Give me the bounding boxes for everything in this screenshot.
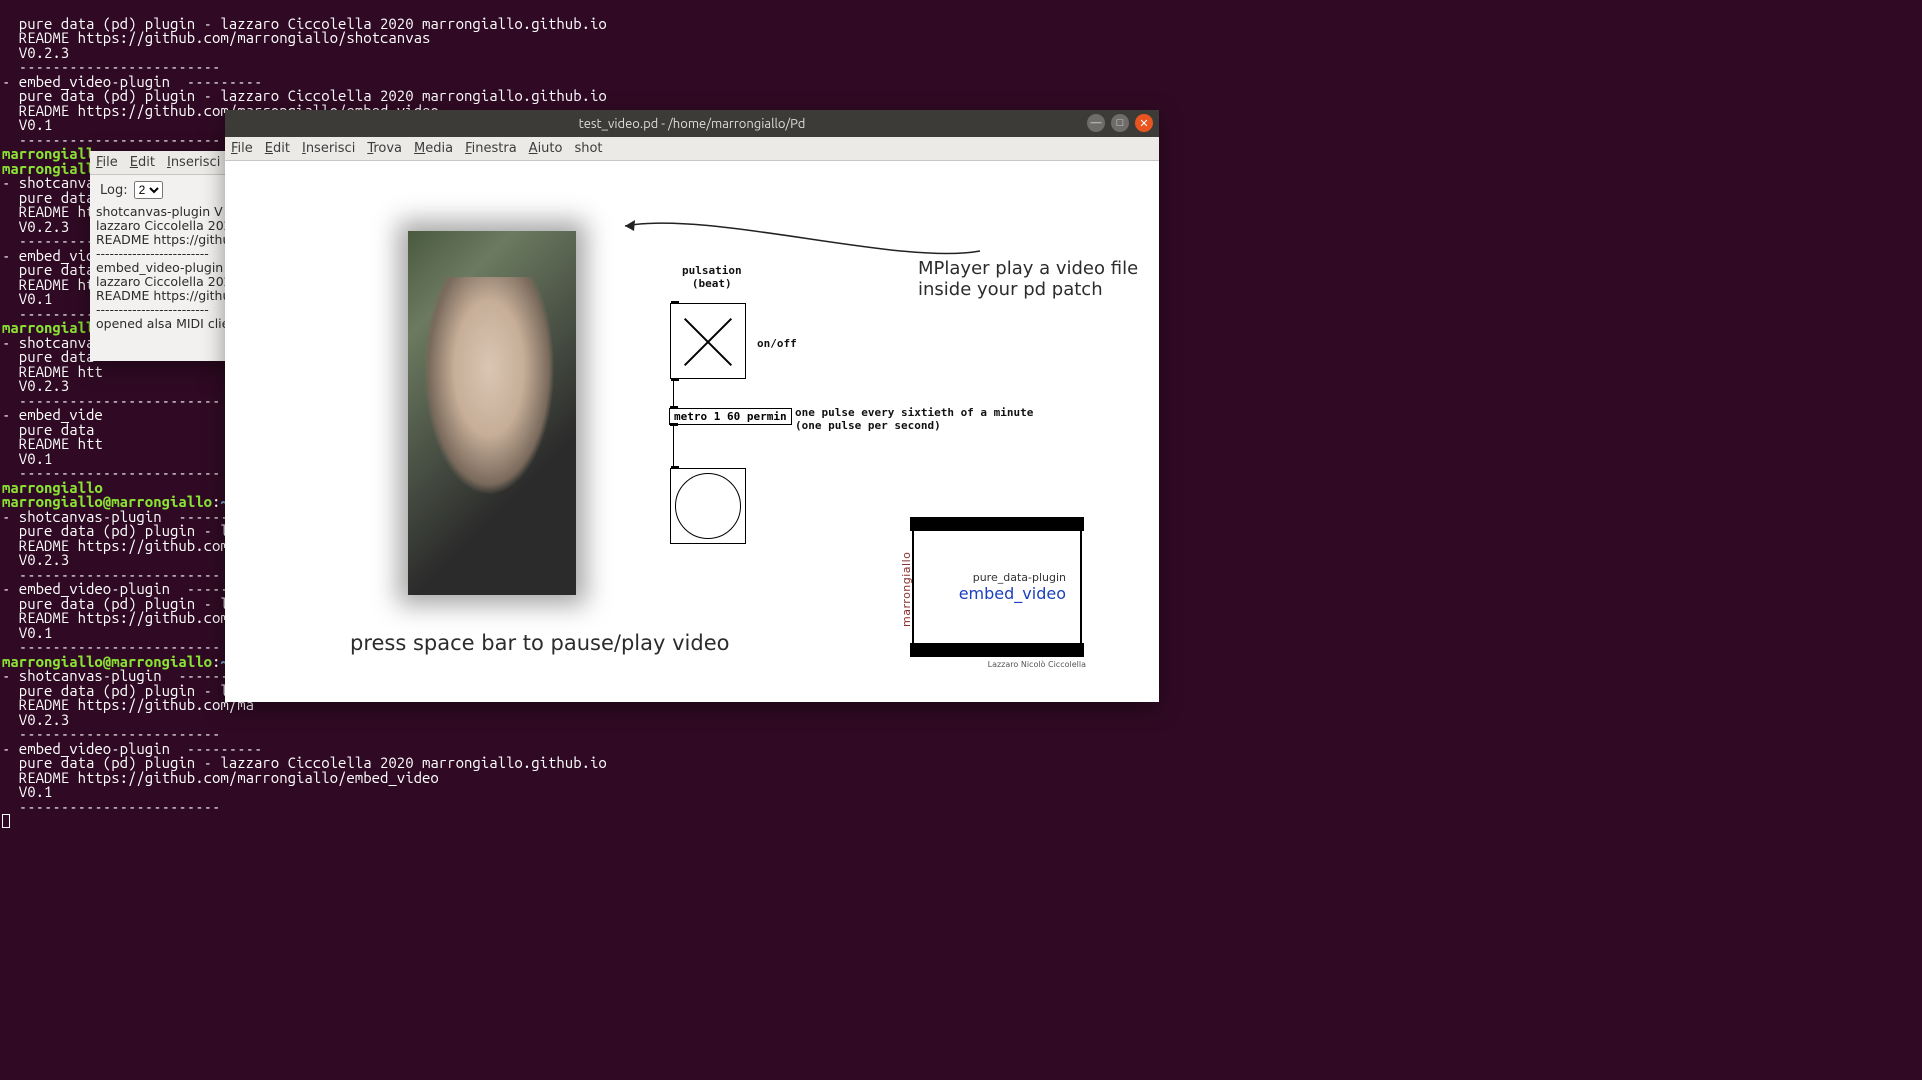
menu-edit[interactable]: Edit <box>265 141 290 156</box>
embed-video-logo: pure_data-plugin embed_video marrongiall… <box>902 517 1092 667</box>
onoff-label: on/off <box>757 337 797 350</box>
pd-canvas[interactable]: press space bar to pause/play video puls… <box>225 161 1159 702</box>
menu-file[interactable]: File <box>231 141 253 156</box>
embedded-video[interactable] <box>408 231 576 595</box>
menu-file[interactable]: File <box>96 155 118 170</box>
pd-patch-menubar: File Edit Inserisci Trova Media Finestra… <box>225 137 1159 161</box>
window-title: test_video.pd - /home/marrongiallo/Pd <box>579 117 806 131</box>
metro-object[interactable]: metro 1 60 permin <box>669 408 792 425</box>
log-label: Log: <box>100 183 128 198</box>
menu-insert[interactable]: Inserisci <box>302 141 355 156</box>
spacebar-hint: press space bar to pause/play video <box>350 631 729 655</box>
minimize-button[interactable]: — <box>1087 114 1105 132</box>
menu-insert[interactable]: Inserisci <box>167 155 220 170</box>
menu-edit[interactable]: Edit <box>130 155 155 170</box>
pulsation-label: pulsation (beat) <box>682 264 742 290</box>
pd-toggle[interactable] <box>670 303 746 379</box>
pd-bang[interactable] <box>670 468 746 544</box>
menu-media[interactable]: Media <box>414 141 453 156</box>
menu-help[interactable]: Aiuto <box>529 141 563 156</box>
menu-shot[interactable]: shot <box>574 141 602 156</box>
menu-window[interactable]: Finestra <box>465 141 517 156</box>
close-button[interactable]: ✕ <box>1135 114 1153 132</box>
pd-patch-window[interactable]: test_video.pd - /home/marrongiallo/Pd — … <box>225 110 1159 702</box>
pulse-desc: one pulse every sixtieth of a minute (on… <box>795 406 1033 432</box>
terminal-cursor <box>2 814 10 828</box>
menu-find[interactable]: Trova <box>367 141 402 156</box>
maximize-button[interactable]: □ <box>1111 114 1129 132</box>
mplayer-text: MPlayer play a video file inside your pd… <box>918 258 1138 300</box>
window-titlebar[interactable]: test_video.pd - /home/marrongiallo/Pd — … <box>225 110 1159 137</box>
log-level-select[interactable]: 2 <box>134 181 163 199</box>
